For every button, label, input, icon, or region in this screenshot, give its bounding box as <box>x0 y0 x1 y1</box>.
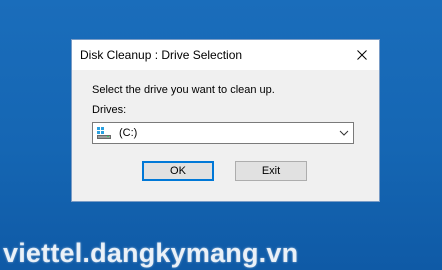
windows-drive-icon <box>97 127 111 139</box>
drive-select[interactable]: (C:) <box>92 122 354 144</box>
close-button[interactable] <box>345 40 379 70</box>
drives-label: Drives: <box>92 104 127 116</box>
exit-button[interactable]: Exit <box>235 161 307 181</box>
title-bar[interactable]: Disk Cleanup : Drive Selection <box>72 40 379 70</box>
ok-button[interactable]: OK <box>142 161 214 181</box>
chevron-down-icon <box>339 130 349 136</box>
drive-selection-dialog: Disk Cleanup : Drive Selection Select th… <box>71 39 380 202</box>
selected-drive: (C:) <box>119 127 138 139</box>
dialog-body: Select the drive you want to clean up. D… <box>72 70 379 201</box>
close-icon <box>357 50 367 60</box>
instruction-text: Select the drive you want to clean up. <box>92 84 275 96</box>
dialog-title: Disk Cleanup : Drive Selection <box>80 48 243 62</box>
watermark-text: viettel.dangkymang.vn <box>3 238 299 268</box>
